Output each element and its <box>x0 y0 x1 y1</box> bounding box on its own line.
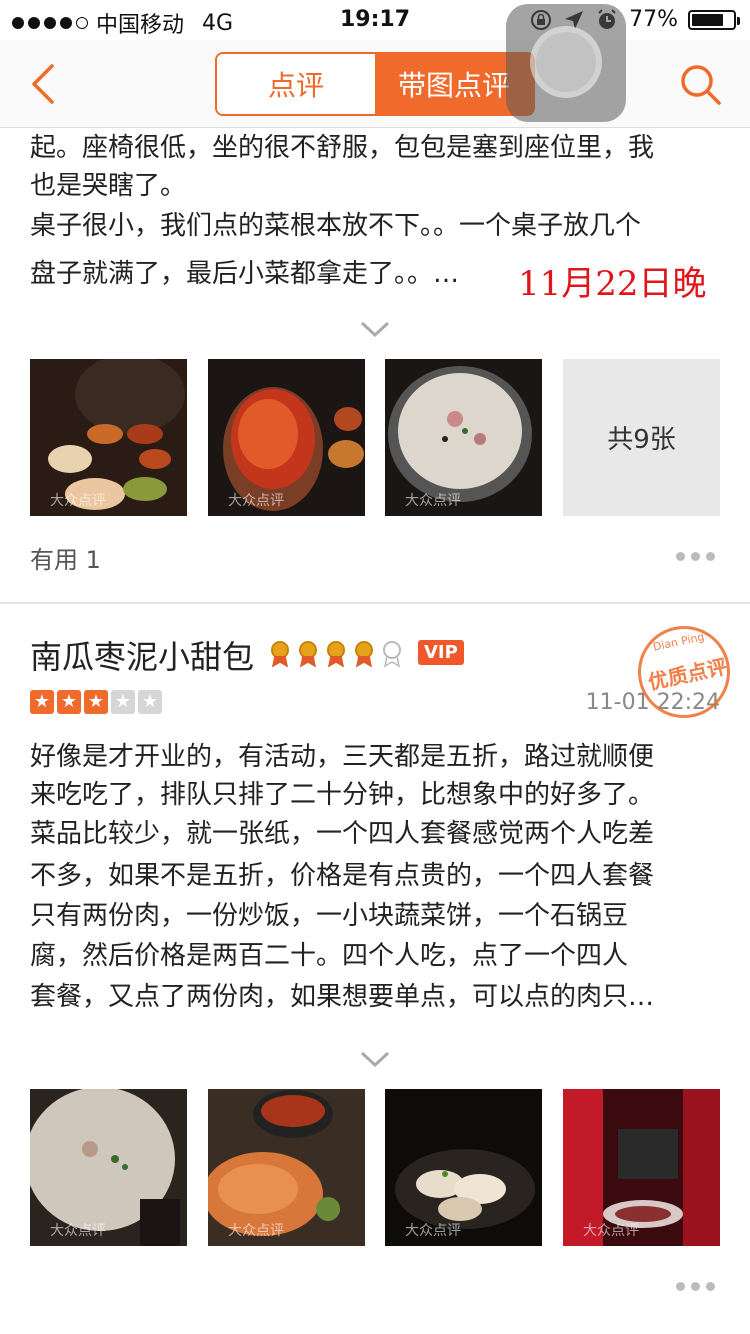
review-photo[interactable]: 大众点评 <box>208 359 365 516</box>
review-text-line: 好像是才开业的，有活动，三天都是五折，路过就顺便 <box>30 742 655 772</box>
review-photo[interactable]: 大众点评 <box>208 1089 365 1246</box>
assistive-touch-button[interactable] <box>506 4 626 122</box>
more-photos-tile[interactable]: 共9张 <box>563 359 720 516</box>
watermark: 大众点评 <box>50 493 106 509</box>
star-empty-icon: ★ <box>138 690 162 714</box>
star-empty-icon: ★ <box>111 690 135 714</box>
star-filled-icon: ★ <box>30 690 54 714</box>
expand-chevron-icon[interactable] <box>360 1050 390 1068</box>
medal-empty-icon <box>383 641 401 668</box>
photo-date-stamp: 11月22日晚 <box>518 264 707 304</box>
search-icon[interactable] <box>678 62 722 106</box>
battery-percent: 77% <box>629 7 678 32</box>
watermark: 大众点评 <box>228 493 284 509</box>
review-type-segmented-control: 点评 带图点评 <box>215 52 535 116</box>
star-filled-icon: ★ <box>84 690 108 714</box>
review-photo[interactable]: 大众点评 <box>385 1089 542 1246</box>
vip-badge: VIP <box>418 640 464 665</box>
expand-chevron-icon[interactable] <box>360 320 390 338</box>
review-text-line: 也是哭瞎了。 <box>30 171 187 201</box>
watermark: 大众点评 <box>405 493 461 509</box>
review-photo[interactable]: 大众点评 <box>385 359 542 516</box>
user-level-medals <box>268 640 404 668</box>
review-photo[interactable]: 大众点评 <box>563 1089 720 1246</box>
tab-review[interactable]: 点评 <box>217 54 375 114</box>
battery-icon <box>688 9 740 30</box>
review-photo[interactable]: 大众点评 <box>30 359 187 516</box>
review-photo[interactable]: 大众点评 <box>30 1089 187 1246</box>
watermark: 大众点评 <box>583 1223 639 1239</box>
medal-icon <box>327 641 345 668</box>
watermark: 大众点评 <box>228 1223 284 1239</box>
status-bar: 中国移动 4G 19:17 77% <box>0 0 750 40</box>
review-text-line: 来吃吃了，排队只排了二十分钟，比想象中的好多了。 <box>30 780 655 810</box>
reviewer-name[interactable]: 南瓜枣泥小甜包 <box>30 632 254 678</box>
review-text-line: 套餐，又点了两份肉，如果想要单点，可以点的肉只… <box>30 982 655 1012</box>
star-filled-icon: ★ <box>57 690 81 714</box>
more-options-icon[interactable] <box>676 552 715 561</box>
watermark: 大众点评 <box>405 1223 461 1239</box>
medal-icon <box>271 641 289 668</box>
review-text-line: 菜品比较少，就一张纸，一个四人套餐感觉两个人吃差 <box>30 819 655 849</box>
watermark: 大众点评 <box>50 1223 106 1239</box>
divider <box>0 602 750 604</box>
medal-icon <box>355 641 373 668</box>
nav-bar: 点评 带图点评 <box>0 40 750 128</box>
review-text-line: 桌子很小，我们点的菜根本放不下。。一个桌子放几个 <box>30 211 642 241</box>
useful-count[interactable]: 有用 1 <box>30 540 101 575</box>
review-text-line: 只有两份肉，一份炒饭，一小块蔬菜饼，一个石锅豆 <box>30 901 629 931</box>
review-text-line: 腐，然后价格是两百二十。四个人吃，点了一个四人 <box>30 941 629 971</box>
review-text-line: 起。座椅很低，坐的很不舒服，包包是塞到座位里，我 <box>30 133 655 163</box>
more-options-icon[interactable] <box>676 1282 715 1291</box>
review-text-line: 不多，如果不是五折，价格是有点贵的，一个四人套餐 <box>30 861 655 891</box>
rating-stars: ★ ★ ★ ★ ★ <box>30 690 162 714</box>
back-arrow-icon[interactable] <box>26 62 66 106</box>
medal-icon <box>299 641 317 668</box>
